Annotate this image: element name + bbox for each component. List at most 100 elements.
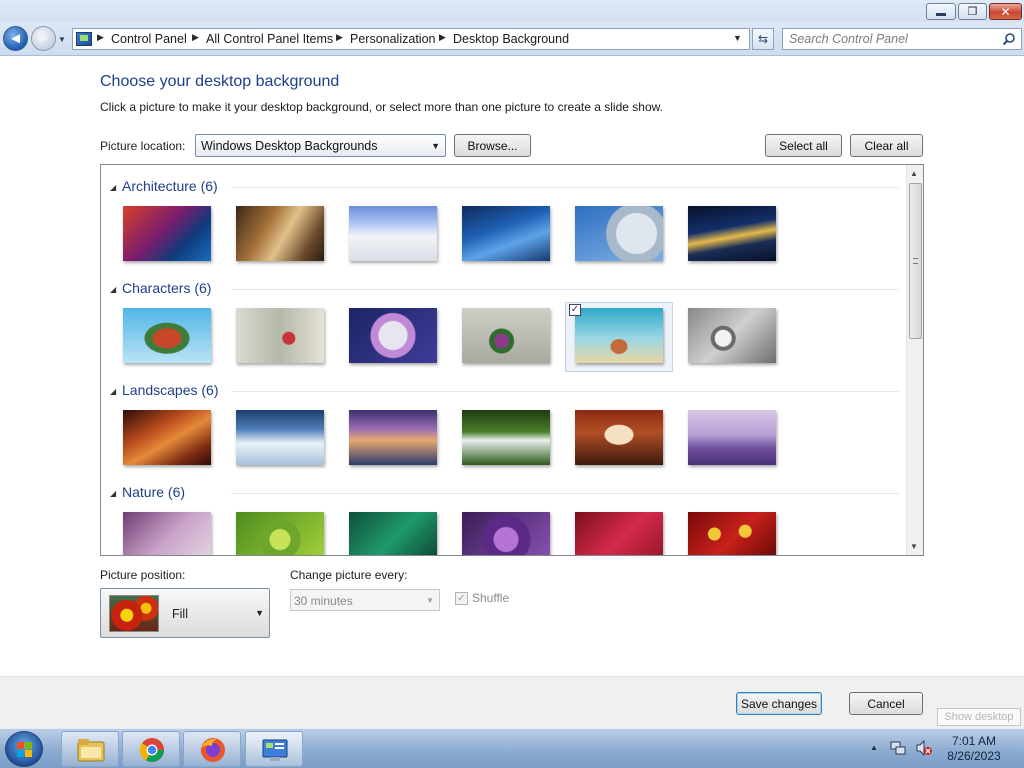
refresh-icon: ⇆ (757, 32, 769, 46)
breadcrumb-personalization[interactable]: Personalization (350, 32, 435, 46)
wallpaper-thumbnail[interactable] (123, 512, 211, 555)
forward-arrow-icon: ► (36, 30, 51, 47)
wallpaper-thumbnail[interactable] (462, 410, 550, 465)
clear-all-button[interactable]: Clear all (850, 134, 923, 157)
close-button[interactable]: ✕ (989, 3, 1022, 20)
search-input[interactable] (789, 31, 999, 47)
firefox-icon (201, 738, 225, 762)
wallpaper-thumbnail[interactable] (236, 206, 324, 261)
wallpaper-thumbnail[interactable] (575, 308, 663, 363)
taskbar-control-panel-button[interactable] (245, 731, 303, 767)
search-box[interactable] (782, 28, 1022, 50)
group-header[interactable]: Nature (6) (122, 484, 185, 500)
control-panel-icon (76, 32, 92, 46)
taskbar-chrome-button[interactable] (122, 731, 180, 767)
control-panel-icon (262, 739, 288, 761)
wallpaper-thumbnail[interactable] (575, 512, 663, 555)
picture-location-value: Windows Desktop Backgrounds (201, 139, 378, 153)
breadcrumb-separator-icon[interactable]: ▶ (97, 32, 104, 43)
wallpaper-thumbnail[interactable] (236, 410, 324, 465)
group-divider (231, 289, 899, 290)
system-clock[interactable]: 7:01 AM 8/26/2023 (940, 734, 1008, 764)
thumbnail-checkbox[interactable]: ✓ (569, 304, 581, 316)
chevron-down-icon: ▼ (426, 596, 434, 605)
breadcrumb-separator-icon[interactable]: ▶ (439, 32, 446, 43)
folder-icon (77, 739, 105, 762)
wallpaper-thumbnail[interactable] (123, 206, 211, 261)
wallpaper-thumbnail[interactable] (123, 410, 211, 465)
scrollbar-thumb[interactable] (909, 183, 922, 339)
taskbar-firefox-button[interactable] (183, 731, 241, 767)
back-arrow-icon: ◄ (8, 30, 23, 47)
refresh-button[interactable]: ⇆ (752, 28, 774, 50)
wallpaper-thumbnail[interactable] (349, 206, 437, 261)
maximize-button[interactable]: ❐ (958, 3, 987, 20)
browse-button[interactable]: Browse... (454, 134, 531, 157)
group-header[interactable]: Landscapes (6) (122, 382, 219, 398)
wallpaper-thumbnail[interactable] (236, 512, 324, 555)
collapse-group-icon[interactable]: ◢ (110, 183, 116, 192)
breadcrumb-separator-icon[interactable]: ▶ (192, 32, 199, 43)
vertical-scrollbar[interactable]: ▲ ▼ (906, 165, 923, 555)
group-header[interactable]: Architecture (6) (122, 178, 218, 194)
navigation-bar: ◄ ► ▼ ▶ Control Panel ▶ All Control Pane… (0, 22, 1024, 56)
breadcrumb-control-panel[interactable]: Control Panel (111, 32, 187, 46)
collapse-group-icon[interactable]: ◢ (110, 387, 116, 396)
windows-logo-icon (17, 742, 33, 757)
wallpaper-thumbnail[interactable] (462, 308, 550, 363)
back-button[interactable]: ◄ (3, 26, 28, 51)
picture-gallery[interactable]: ◢ Architecture (6) ◢ Characters (6) ✓ ◢ Landsc… (100, 164, 924, 556)
chevron-down-icon: ▼ (431, 141, 440, 151)
wallpaper-thumbnail[interactable] (349, 410, 437, 465)
group-header[interactable]: Characters (6) (122, 280, 211, 296)
clock-time: 7:01 AM (951, 734, 997, 748)
breadcrumb-separator-icon[interactable]: ▶ (336, 32, 343, 43)
save-changes-button[interactable]: Save changes (736, 692, 822, 715)
wallpaper-thumbnail[interactable] (123, 308, 211, 363)
start-button[interactable] (5, 731, 43, 767)
address-history-dropdown-icon[interactable]: ▼ (733, 33, 742, 43)
wallpaper-thumbnail[interactable] (575, 410, 663, 465)
address-bar[interactable]: ▶ Control Panel ▶ All Control Panel Item… (72, 28, 750, 50)
forward-button[interactable]: ► (31, 26, 56, 51)
network-icon[interactable] (890, 740, 906, 756)
picture-position-select[interactable]: Fill ▼ (100, 588, 270, 638)
change-interval-value: 30 minutes (294, 594, 353, 608)
volume-muted-icon[interactable] (915, 740, 933, 756)
page-title: Choose your desktop background (100, 73, 340, 90)
cancel-button[interactable]: Cancel (849, 692, 923, 715)
wallpaper-thumbnail[interactable] (688, 512, 776, 555)
picture-position-value: Fill (172, 607, 188, 621)
wallpaper-thumbnail[interactable] (462, 206, 550, 261)
show-hidden-icons-icon[interactable]: ▲ (870, 743, 878, 752)
breadcrumb-all-control-panel-items[interactable]: All Control Panel Items (206, 32, 333, 46)
shuffle-checkbox: ✓ (455, 592, 468, 605)
wallpaper-thumbnail[interactable] (688, 308, 776, 363)
close-icon: ✕ (1000, 4, 1011, 19)
scroll-up-icon[interactable]: ▲ (910, 169, 918, 178)
breadcrumb-desktop-background[interactable]: Desktop Background (453, 32, 569, 46)
collapse-group-icon[interactable]: ◢ (110, 285, 116, 294)
collapse-group-icon[interactable]: ◢ (110, 489, 116, 498)
wallpaper-thumbnail[interactable] (349, 308, 437, 363)
wallpaper-thumbnail[interactable] (575, 206, 663, 261)
clock-date: 8/26/2023 (947, 749, 1001, 763)
wallpaper-thumbnail[interactable] (236, 308, 324, 363)
group-divider (231, 391, 899, 392)
wallpaper-thumbnail[interactable] (462, 512, 550, 555)
recent-pages-dropdown-icon[interactable]: ▼ (58, 35, 66, 44)
group-divider (231, 187, 899, 188)
group-divider (231, 493, 899, 494)
taskbar-explorer-button[interactable] (61, 731, 119, 767)
picture-position-label: Picture position: (100, 568, 186, 582)
minimize-button[interactable] (926, 3, 956, 20)
wallpaper-thumbnail[interactable] (688, 410, 776, 465)
scroll-down-icon[interactable]: ▼ (910, 542, 918, 551)
wallpaper-thumbnail[interactable] (349, 512, 437, 555)
change-interval-select: 30 minutes ▼ (290, 589, 440, 611)
wallpaper-thumbnail[interactable] (688, 206, 776, 261)
search-icon[interactable] (1002, 32, 1016, 46)
select-all-button[interactable]: Select all (765, 134, 842, 157)
shuffle-label: Shuffle (472, 591, 510, 605)
picture-location-select[interactable]: Windows Desktop Backgrounds ▼ (195, 134, 446, 157)
